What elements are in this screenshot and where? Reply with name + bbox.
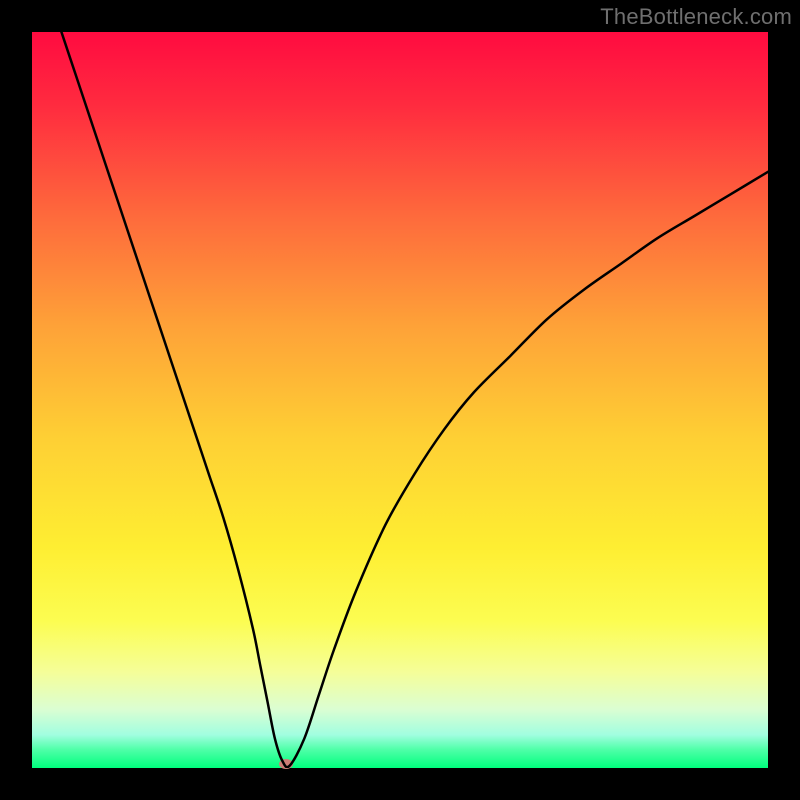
watermark-text: TheBottleneck.com — [600, 4, 792, 30]
chart-curve — [32, 32, 768, 768]
plot-area — [32, 32, 768, 768]
curve-path — [61, 32, 768, 767]
